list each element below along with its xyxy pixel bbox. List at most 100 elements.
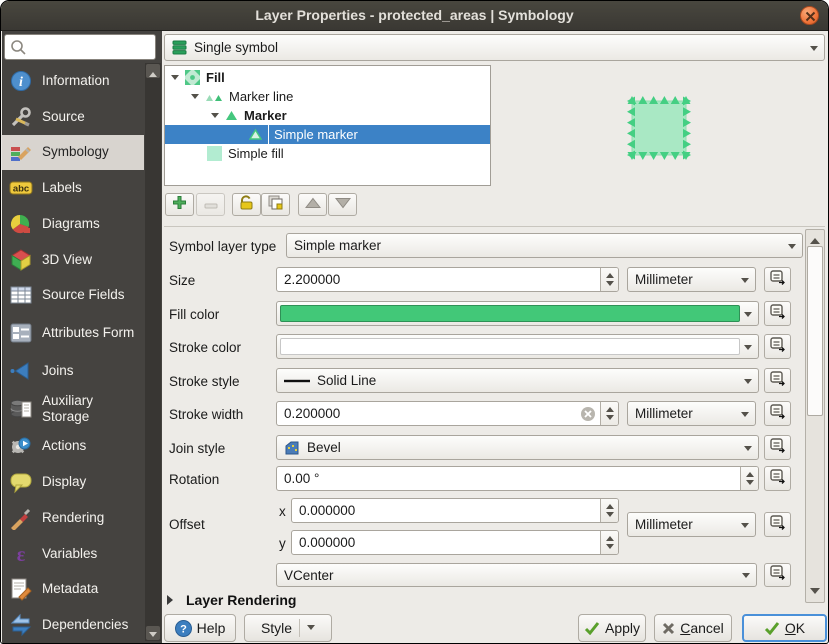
rotation-stepper[interactable] — [740, 467, 758, 490]
tree-item-marker-line[interactable]: Marker line — [165, 87, 490, 106]
sidebar-item-auxiliary-storage[interactable]: Auxiliary Storage — [2, 389, 144, 429]
stroke-color-button[interactable] — [276, 334, 759, 359]
close-button[interactable] — [800, 6, 819, 25]
epsilon-icon: ε — [9, 542, 33, 566]
scrollbar-thumb[interactable] — [807, 246, 823, 416]
marker-line-icon — [205, 90, 224, 103]
x-icon — [662, 622, 675, 635]
apply-label: Apply — [605, 620, 640, 636]
expander-icon[interactable] — [171, 75, 179, 84]
expander-icon[interactable] — [191, 94, 199, 103]
stroke-width-unit-combobox[interactable]: Millimeter — [627, 401, 756, 426]
lock-colors-button[interactable] — [232, 193, 261, 216]
anchor-data-defined-override-button[interactable] — [764, 563, 791, 587]
title-bar[interactable]: Layer Properties - protected_areas | Sym… — [1, 1, 828, 31]
help-button[interactable]: ? Help — [164, 614, 236, 642]
sidebar-item-display[interactable]: Display — [2, 464, 144, 500]
info-icon: i — [9, 69, 33, 93]
sidebar-item-joins[interactable]: Joins — [2, 353, 144, 389]
offset-y-stepper[interactable] — [600, 531, 618, 554]
scroll-down-icon[interactable] — [810, 588, 820, 599]
sidebar-item-metadata[interactable]: Metadata — [2, 571, 144, 607]
move-layer-up-button[interactable] — [298, 193, 327, 216]
offset-y-input[interactable]: 0.000000 — [291, 530, 619, 555]
sidebar-scroll-up-icon[interactable] — [146, 64, 160, 78]
rotation-data-defined-override-button[interactable] — [764, 466, 791, 491]
size-unit-combobox[interactable]: Millimeter — [627, 267, 756, 292]
sidebar-item-source[interactable]: Source — [2, 99, 144, 135]
data-defined-override-icon — [769, 303, 786, 325]
cancel-button[interactable]: Cancel — [654, 614, 732, 642]
stroke-color-data-defined-override-button[interactable] — [764, 334, 791, 359]
simple-fill-icon — [207, 146, 222, 161]
button-divider — [299, 619, 300, 637]
scroll-up-icon[interactable] — [810, 233, 820, 244]
size-unit-value: Millimeter — [635, 272, 693, 287]
renderer-value: Single symbol — [194, 40, 278, 55]
sidebar-item-rendering[interactable]: Rendering — [2, 500, 144, 536]
anchor-point-combobox[interactable]: VCenter — [276, 563, 757, 587]
fill-color-data-defined-override-button[interactable] — [764, 301, 791, 326]
expander-icon[interactable] — [211, 113, 219, 122]
stroke-width-stepper[interactable] — [600, 402, 618, 425]
size-stepper[interactable] — [600, 268, 618, 291]
move-layer-down-button[interactable] — [328, 193, 357, 216]
renderer-combobox[interactable]: Single symbol — [164, 34, 825, 61]
tree-item-marker[interactable]: Marker — [165, 106, 490, 125]
pie-chart-icon — [9, 212, 33, 236]
sidebar-item-symbology[interactable]: Symbology — [2, 135, 144, 171]
rotation-input[interactable]: 0.00 ° — [276, 466, 759, 491]
search-input[interactable] — [4, 34, 156, 60]
stroke-style-label: Stroke style — [169, 374, 240, 389]
sidebar-item-diagrams[interactable]: Diagrams — [2, 206, 144, 242]
add-symbol-layer-button[interactable] — [165, 193, 194, 216]
stroke-style-data-defined-override-button[interactable] — [764, 368, 791, 393]
symbol-layer-type-combobox[interactable]: Simple marker — [286, 233, 803, 258]
stroke-width-value: 0.200000 — [284, 406, 340, 421]
svg-text:ε: ε — [17, 544, 26, 566]
sidebar-item-labels[interactable]: abc Labels — [2, 170, 144, 206]
speech-bubble-icon — [9, 470, 33, 494]
tree-item-simple-marker[interactable]: Simple marker — [165, 125, 490, 144]
offset-x-input[interactable]: 0.000000 — [291, 498, 619, 523]
stroke-width-input[interactable]: 0.200000 — [276, 401, 619, 426]
tree-item-simple-fill[interactable]: Simple fill — [165, 144, 490, 163]
sidebar-item-information[interactable]: i Information — [2, 63, 144, 99]
clear-icon[interactable] — [580, 406, 596, 425]
sidebar-scrollbar[interactable] — [145, 63, 161, 641]
data-defined-override-icon — [769, 468, 786, 490]
remove-symbol-layer-button[interactable] — [196, 193, 225, 216]
stroke-width-data-defined-override-button[interactable] — [764, 401, 791, 426]
chevron-down-icon — [741, 523, 749, 532]
style-button[interactable]: Style — [244, 614, 332, 642]
sidebar-item-actions[interactable]: Actions — [2, 428, 144, 464]
fill-symbol-icon — [185, 70, 200, 85]
sidebar-item-dependencies[interactable]: Dependencies — [2, 607, 144, 643]
sidebar-item-source-fields[interactable]: Source Fields — [2, 278, 144, 314]
form-scrollbar[interactable] — [805, 229, 825, 603]
stroke-style-combobox[interactable]: Solid Line — [276, 368, 759, 393]
sidebar-scroll-down-icon[interactable] — [146, 626, 160, 640]
layer-rendering-section[interactable]: Layer Rendering — [167, 592, 296, 608]
size-data-defined-override-button[interactable] — [764, 267, 791, 292]
join-style-combobox[interactable]: Bevel — [276, 435, 759, 460]
minus-icon — [204, 196, 218, 214]
tree-separator — [268, 125, 269, 144]
sidebar-item-attributes-form[interactable]: Attributes Form — [2, 313, 144, 353]
offset-data-defined-override-button[interactable] — [764, 512, 791, 537]
sidebar-item-label: Diagrams — [42, 216, 100, 232]
sidebar-item-variables[interactable]: ε Variables — [2, 536, 144, 572]
duplicate-symbol-layer-button[interactable] — [261, 193, 290, 216]
solid-line-icon — [284, 379, 310, 383]
tree-item-label: Simple fill — [228, 146, 284, 161]
offset-unit-combobox[interactable]: Millimeter — [627, 512, 756, 537]
ok-button[interactable]: OK — [742, 614, 827, 642]
size-input[interactable]: 2.200000 — [276, 267, 619, 292]
sidebar-item-label: Information — [42, 73, 110, 89]
apply-button[interactable]: Apply — [578, 614, 646, 642]
offset-x-stepper[interactable] — [600, 499, 618, 522]
fill-color-button[interactable] — [276, 301, 759, 326]
join-style-data-defined-override-button[interactable] — [764, 435, 791, 460]
sidebar-item-3d-view[interactable]: 3D View — [2, 242, 144, 278]
tree-item-fill[interactable]: Fill — [165, 68, 490, 87]
